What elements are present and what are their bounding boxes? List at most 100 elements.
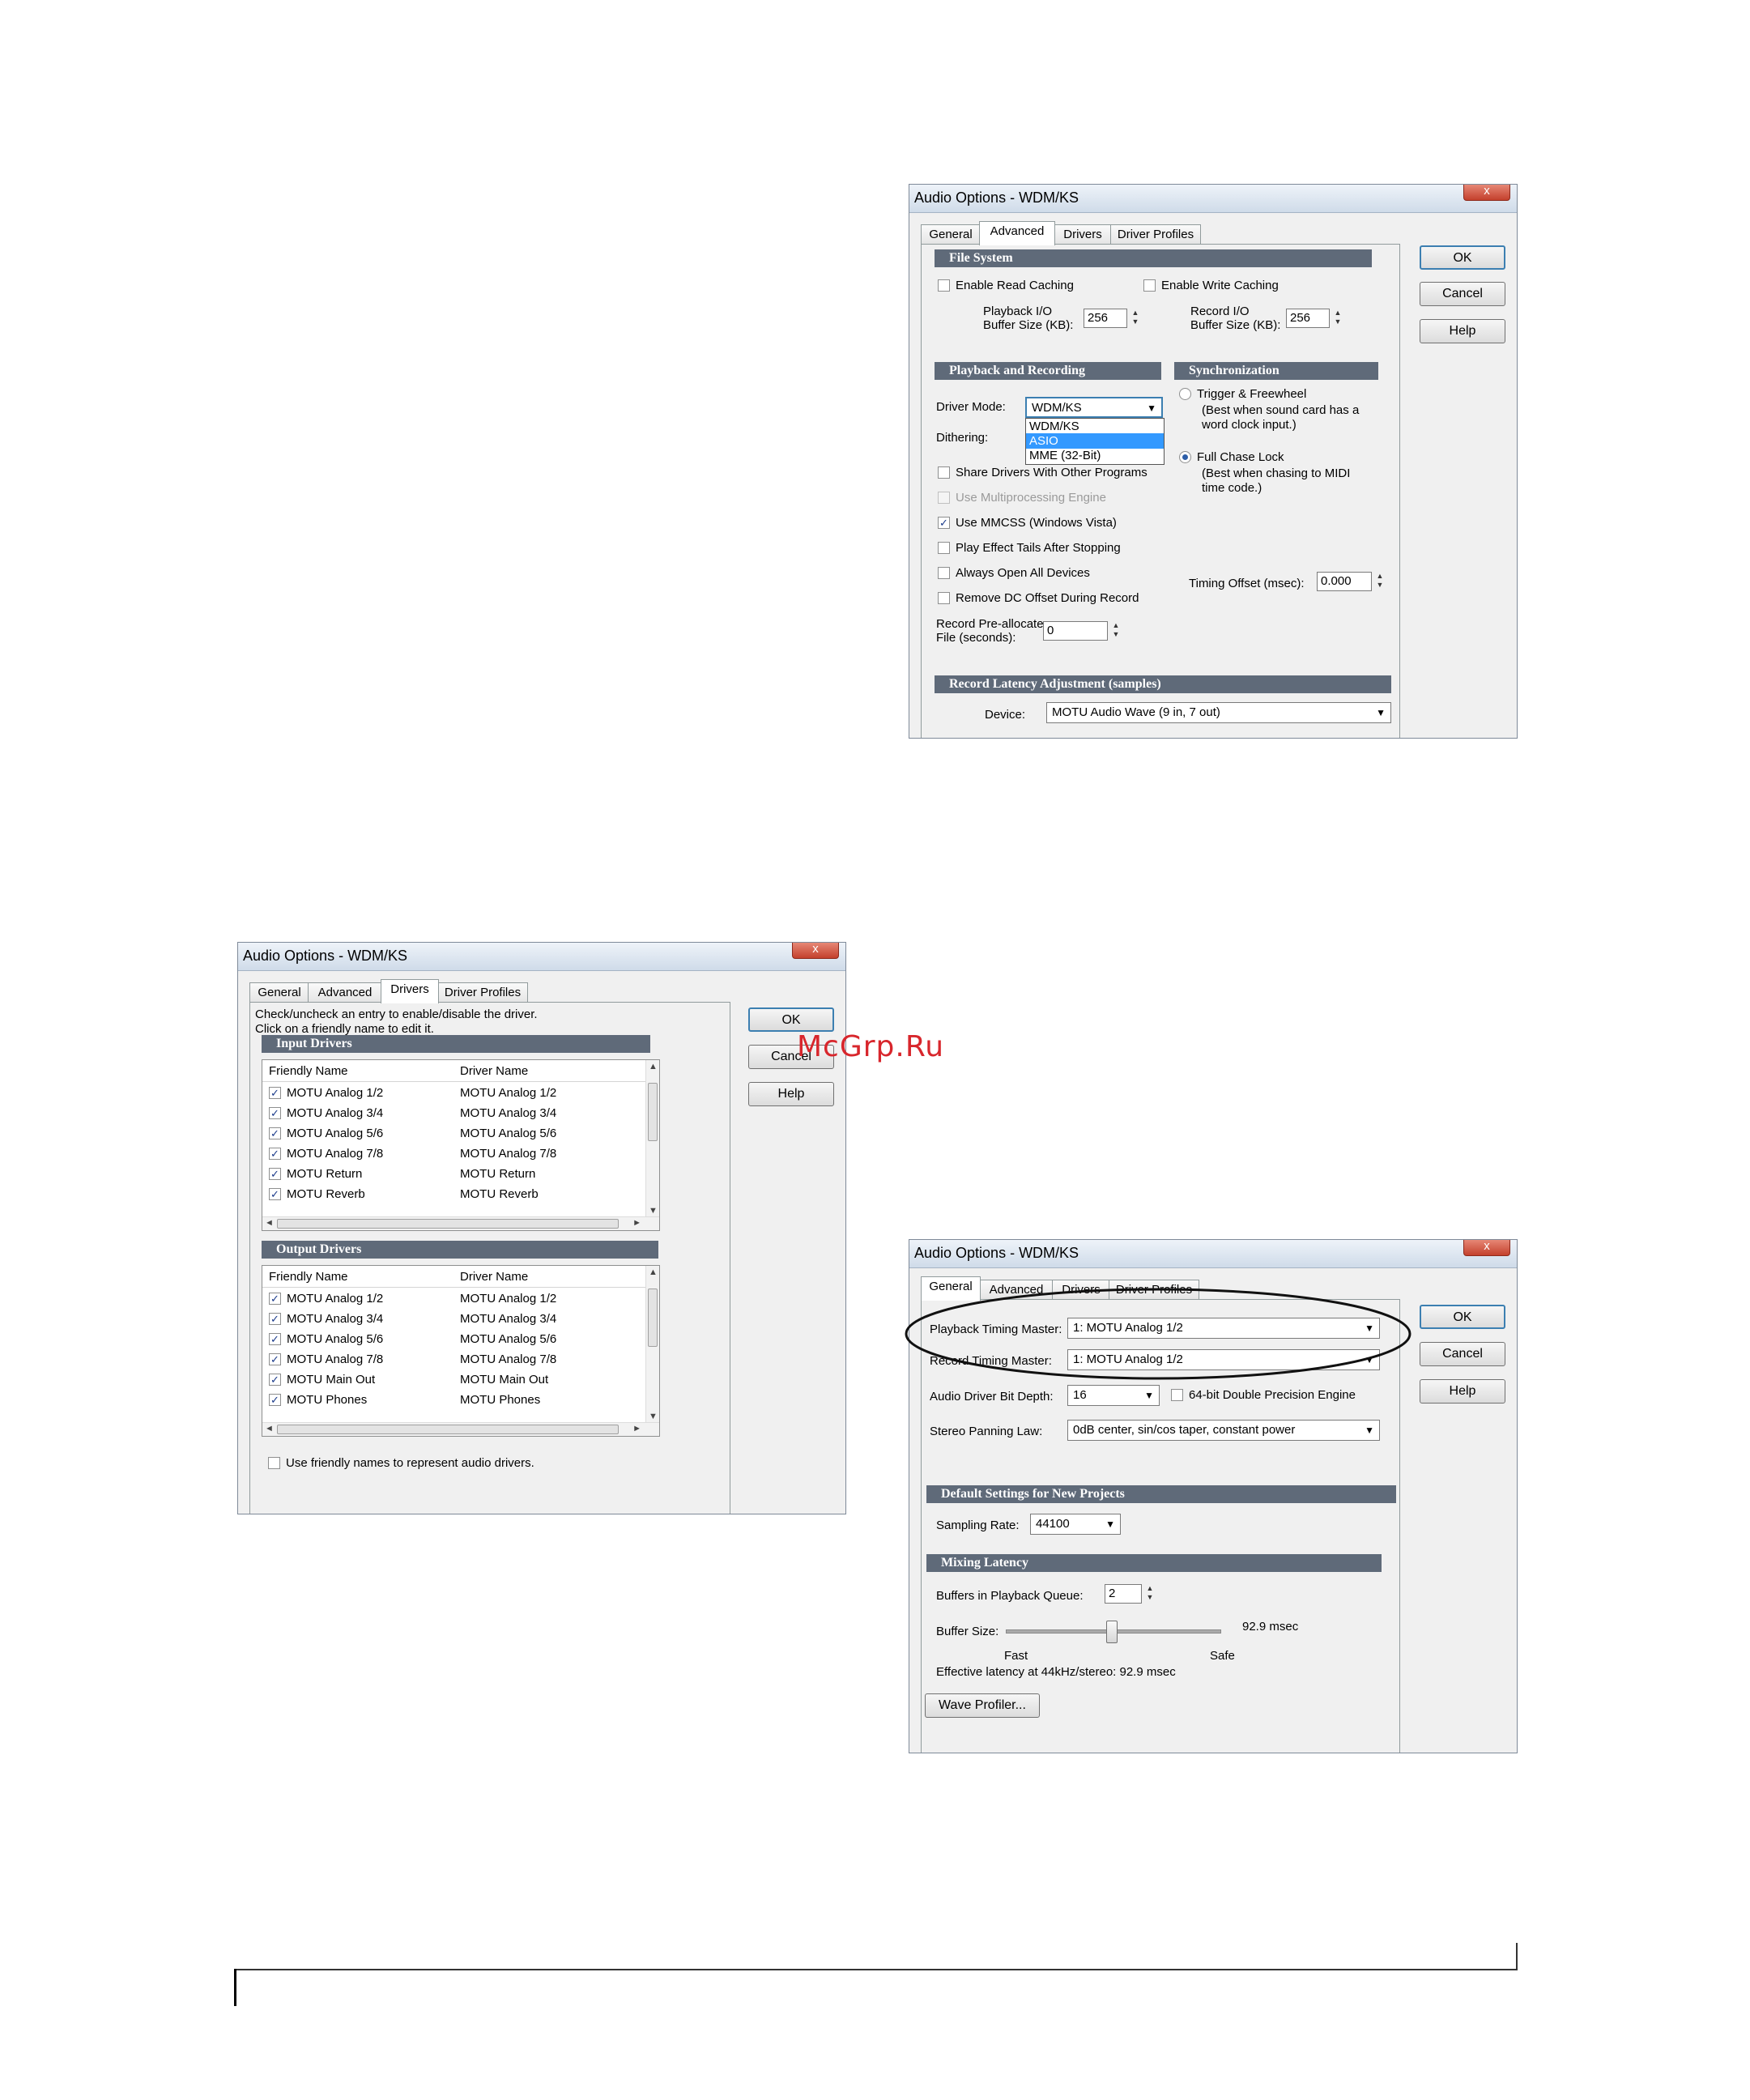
tab-general[interactable]: General <box>921 1276 981 1301</box>
column-friendly-name[interactable]: Friendly Name <box>269 1064 348 1078</box>
tab-general[interactable]: General <box>249 982 309 1003</box>
preallocate-spinner[interactable]: ▲ ▼ <box>1111 621 1121 641</box>
read-caching-checkbox[interactable] <box>938 279 950 292</box>
always-open-checkbox[interactable] <box>938 567 950 579</box>
close-button[interactable]: x <box>1463 185 1510 201</box>
device-select[interactable]: MOTU Audio Wave (9 in, 7 out) ▼ <box>1046 702 1391 723</box>
help-button[interactable]: Help <box>1420 1379 1505 1404</box>
scroll-thumb[interactable] <box>277 1425 619 1434</box>
scroll-thumb[interactable] <box>648 1083 658 1141</box>
buffers-queue-label: Buffers in Playback Queue: <box>936 1589 1084 1603</box>
friendly-name-cell[interactable]: MOTU Analog 5/6 <box>287 1123 383 1144</box>
wave-profiler-button[interactable]: Wave Profiler... <box>925 1693 1040 1718</box>
chevron-down-icon: ▼ <box>1376 707 1386 718</box>
friendly-name-cell[interactable]: MOTU Analog 1/2 <box>287 1083 383 1103</box>
preallocate-input[interactable]: 0 <box>1043 621 1108 641</box>
friendly-name-cell[interactable]: MOTU Analog 7/8 <box>287 1349 383 1369</box>
driver-enabled-checkbox[interactable]: ✓ <box>269 1087 281 1099</box>
scroll-thumb[interactable] <box>648 1289 658 1347</box>
friendly-name-cell[interactable]: MOTU Main Out <box>287 1369 375 1390</box>
double-precision-checkbox[interactable] <box>1171 1389 1183 1401</box>
mmcss-checkbox[interactable]: ✓ <box>938 517 950 529</box>
scroll-down-icon[interactable]: ▼ <box>649 1206 658 1216</box>
ok-button[interactable]: OK <box>1420 245 1505 270</box>
help-button[interactable]: Help <box>748 1082 834 1106</box>
column-driver-name[interactable]: Driver Name <box>460 1270 528 1284</box>
driver-enabled-checkbox[interactable]: ✓ <box>269 1168 281 1180</box>
buffers-queue-input[interactable]: 2 <box>1105 1584 1142 1604</box>
bit-depth-select[interactable]: 16 ▼ <box>1067 1385 1160 1406</box>
driver-mode-select[interactable]: WDM/KS ▼ <box>1025 397 1163 418</box>
write-caching-checkbox[interactable] <box>1143 279 1156 292</box>
vertical-scrollbar[interactable]: ▲ ▼ <box>645 1060 659 1217</box>
cancel-button[interactable]: Cancel <box>1420 1342 1505 1366</box>
column-driver-name[interactable]: Driver Name <box>460 1064 528 1078</box>
column-friendly-name[interactable]: Friendly Name <box>269 1270 348 1284</box>
driver-enabled-checkbox[interactable]: ✓ <box>269 1333 281 1345</box>
tab-drivers[interactable]: Drivers <box>1054 224 1112 245</box>
driver-enabled-checkbox[interactable]: ✓ <box>269 1293 281 1305</box>
slider-thumb[interactable] <box>1106 1621 1118 1643</box>
scroll-up-icon[interactable]: ▲ <box>649 1062 658 1071</box>
scroll-left-icon[interactable]: ◄ <box>265 1218 274 1228</box>
tab-drivers[interactable]: Drivers <box>381 979 439 1003</box>
sampling-rate-select[interactable]: 44100 ▼ <box>1030 1514 1121 1535</box>
record-buffer-input[interactable]: 256 <box>1286 309 1330 328</box>
friendly-name-cell[interactable]: MOTU Analog 5/6 <box>287 1329 383 1349</box>
horizontal-scrollbar[interactable]: ◄ ► <box>262 1422 659 1436</box>
scroll-left-icon[interactable]: ◄ <box>265 1424 274 1433</box>
close-button[interactable]: x <box>1463 1240 1510 1256</box>
vertical-scrollbar[interactable]: ▲ ▼ <box>645 1266 659 1423</box>
timing-offset-input[interactable]: 0.000 <box>1317 572 1372 591</box>
tab-advanced[interactable]: Advanced <box>979 221 1055 245</box>
driver-enabled-checkbox[interactable]: ✓ <box>269 1374 281 1386</box>
scroll-down-icon[interactable]: ▼ <box>649 1412 658 1421</box>
friendly-name-cell[interactable]: MOTU Analog 3/4 <box>287 1103 383 1123</box>
scroll-thumb[interactable] <box>277 1219 619 1229</box>
tab-general[interactable]: General <box>921 224 981 245</box>
friendly-name-cell[interactable]: MOTU Analog 3/4 <box>287 1309 383 1329</box>
trigger-freewheel-label: Trigger & Freewheel <box>1197 387 1307 401</box>
ok-button[interactable]: OK <box>748 1007 834 1032</box>
horizontal-scrollbar[interactable]: ◄ ► <box>262 1216 659 1230</box>
driver-enabled-checkbox[interactable]: ✓ <box>269 1394 281 1406</box>
tab-driver-profiles[interactable]: Driver Profiles <box>1110 224 1201 245</box>
driver-enabled-checkbox[interactable]: ✓ <box>269 1353 281 1365</box>
cancel-button[interactable]: Cancel <box>1420 282 1505 306</box>
close-button[interactable]: x <box>792 943 839 959</box>
friendly-name-cell[interactable]: MOTU Reverb <box>287 1184 365 1204</box>
driver-enabled-checkbox[interactable]: ✓ <box>269 1148 281 1160</box>
option-mme[interactable]: MME (32-Bit) <box>1029 449 1101 462</box>
timing-offset-spinner[interactable]: ▲ ▼ <box>1375 572 1385 591</box>
scroll-right-icon[interactable]: ► <box>632 1218 641 1228</box>
record-buffer-spinner[interactable]: ▲ ▼ <box>1333 309 1343 328</box>
scroll-right-icon[interactable]: ► <box>632 1424 641 1433</box>
multiprocessing-checkbox[interactable] <box>938 492 950 504</box>
friendly-name-cell[interactable]: MOTU Return <box>287 1164 362 1184</box>
friendly-name-cell[interactable]: MOTU Phones <box>287 1390 367 1410</box>
remove-dc-checkbox[interactable] <box>938 592 950 604</box>
option-asio[interactable]: ASIO <box>1029 434 1058 448</box>
driver-enabled-checkbox[interactable]: ✓ <box>269 1127 281 1139</box>
trigger-freewheel-radio[interactable] <box>1179 388 1191 400</box>
buffers-queue-spinner[interactable]: ▲ ▼ <box>1145 1584 1155 1604</box>
friendly-name-cell[interactable]: MOTU Analog 7/8 <box>287 1144 383 1164</box>
friendly-name-cell[interactable]: MOTU Analog 1/2 <box>287 1289 383 1309</box>
driver-enabled-checkbox[interactable]: ✓ <box>269 1107 281 1119</box>
option-wdm-ks[interactable]: WDM/KS <box>1029 420 1079 433</box>
effect-tails-checkbox[interactable] <box>938 542 950 554</box>
friendly-names-checkbox[interactable] <box>268 1457 280 1469</box>
playback-buffer-spinner[interactable]: ▲ ▼ <box>1130 309 1140 328</box>
panning-law-select[interactable]: 0dB center, sin/cos taper, constant powe… <box>1067 1420 1380 1441</box>
share-drivers-checkbox[interactable] <box>938 466 950 479</box>
buffer-size-slider[interactable] <box>1006 1621 1221 1643</box>
playback-buffer-input[interactable]: 256 <box>1084 309 1127 328</box>
tab-driver-profiles[interactable]: Driver Profiles <box>437 982 528 1003</box>
help-button[interactable]: Help <box>1420 319 1505 343</box>
full-chase-lock-radio[interactable] <box>1179 451 1191 463</box>
scroll-up-icon[interactable]: ▲ <box>649 1267 658 1277</box>
driver-enabled-checkbox[interactable]: ✓ <box>269 1313 281 1325</box>
ok-button[interactable]: OK <box>1420 1305 1505 1329</box>
driver-enabled-checkbox[interactable]: ✓ <box>269 1188 281 1200</box>
tab-advanced[interactable]: Advanced <box>308 982 382 1003</box>
